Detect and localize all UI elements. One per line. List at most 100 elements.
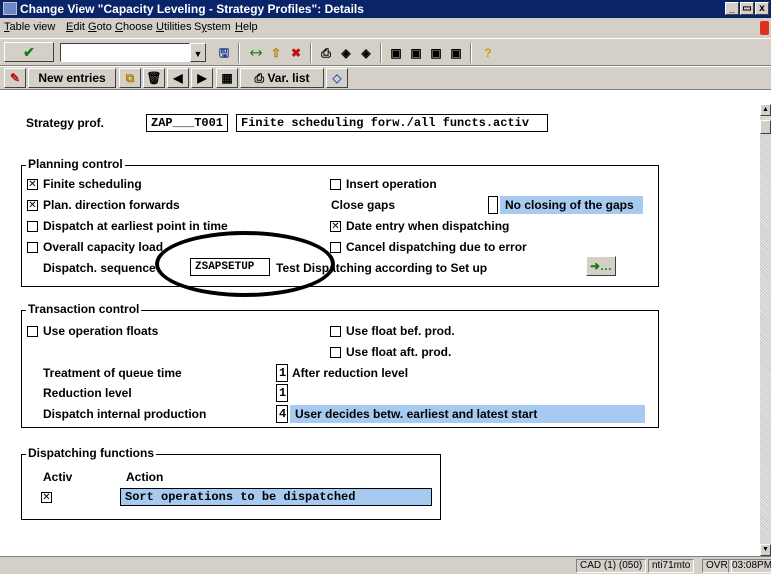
last-page-button[interactable]: ▣ (446, 43, 466, 63)
delete-button[interactable]: 🗑 (143, 68, 165, 88)
checkmark-icon: ✔ (23, 44, 35, 60)
help-button[interactable]: ? (478, 43, 498, 63)
vertical-scrollbar[interactable]: ▲ ▼ (760, 104, 771, 556)
menu-help[interactable]: Help (235, 21, 258, 33)
activ-row-checkbox[interactable] (41, 492, 52, 503)
display-change-button[interactable]: ✎ (4, 68, 26, 88)
new-entries-button[interactable]: New entries (28, 68, 116, 88)
enter-button[interactable]: ✔ (4, 42, 54, 62)
back-button[interactable]: 🡘 (246, 43, 266, 63)
previous-entry-button[interactable]: ◀ (167, 68, 189, 88)
cancel-button[interactable]: ✖ (286, 43, 306, 63)
first-page-button[interactable]: ▣ (386, 43, 406, 63)
date-entry-label: Date entry when dispatching (346, 219, 510, 233)
insert-operation-label: Insert operation (346, 177, 437, 191)
save-button[interactable]: 🖫 (214, 43, 234, 63)
where-used-button[interactable]: ◇ (326, 68, 348, 88)
command-dropdown-button[interactable]: ▼ (190, 43, 206, 62)
find-button[interactable]: ◈ (336, 43, 356, 63)
dispatch-earliest-checkbox[interactable] (27, 221, 38, 232)
new-entries-label: New entries (38, 71, 106, 85)
float-after-checkbox[interactable] (330, 347, 341, 358)
next-page-button[interactable]: ▣ (426, 43, 446, 63)
copy-icon: ⧉ (125, 71, 135, 85)
menu-utilities[interactable]: Utilities (156, 21, 191, 33)
reduction-level-label: Reduction level (43, 386, 132, 400)
back-arrow-icon: 🡘 (249, 46, 263, 60)
cancel-dispatching-checkbox[interactable] (330, 242, 341, 253)
trash-icon: 🗑 (146, 71, 162, 85)
plan-forwards-checkbox[interactable] (27, 200, 38, 211)
strategy-profile-description[interactable]: Finite scheduling forw./all functs.activ (236, 114, 548, 132)
save-icon: 🖫 (218, 46, 230, 60)
status-bar: CAD (1) (050) nti71mto OVR 03:08PM (0, 556, 771, 574)
action-row-field[interactable]: Sort operations to be dispatched (120, 488, 432, 506)
queue-time-description: After reduction level (292, 366, 409, 380)
grid-icon: ▦ (221, 71, 233, 85)
dispatch-sequence-detail-button[interactable]: ➜… (586, 256, 616, 276)
dispatch-internal-description: User decides betw. earliest and latest s… (290, 405, 645, 423)
first-page-icon: ▣ (390, 46, 402, 60)
minimize-button[interactable]: _ (725, 2, 739, 15)
next-page-icon: ▣ (430, 46, 442, 60)
toolbar-separator (310, 43, 312, 63)
finite-scheduling-checkbox[interactable] (27, 179, 38, 190)
toolbar-separator (380, 43, 382, 63)
application-toolbar: ✎ New entries ⧉ 🗑 ◀ ▶ ▦ ⎙ Var. list ◇ (0, 66, 771, 90)
dispatch-earliest-label: Dispatch at earliest point in time (43, 219, 228, 233)
printer-icon: ⎙ (254, 71, 265, 85)
date-entry-checkbox[interactable] (330, 221, 341, 232)
float-before-checkbox[interactable] (330, 326, 341, 337)
menu-choose[interactable]: Choose (115, 21, 153, 33)
menu-system[interactable]: System (194, 21, 231, 33)
toolbar-separator (470, 43, 472, 63)
exit-button[interactable]: ⇧ (266, 43, 286, 63)
scroll-up-button[interactable]: ▲ (760, 104, 771, 116)
scroll-down-button[interactable]: ▼ (760, 544, 771, 556)
command-field[interactable] (60, 43, 190, 62)
exit-up-icon: ⇧ (270, 46, 282, 60)
cancel-x-icon: ✖ (290, 46, 302, 60)
close-button[interactable]: x (755, 2, 769, 15)
last-page-icon: ▣ (450, 46, 462, 60)
previous-page-icon: ▣ (410, 46, 422, 60)
action-column-header: Action (126, 470, 164, 484)
menu-edit[interactable]: Edit (66, 21, 85, 33)
use-operation-floats-checkbox[interactable] (27, 326, 38, 337)
reduction-level-field[interactable]: 1 (276, 384, 288, 402)
standard-toolbar: ✔ ▼ 🖫 🡘 ⇧ ✖ ⎙ ◈ ◈ ▣ ▣ ▣ ▣ ? (0, 38, 771, 66)
help-question-icon: ? (484, 46, 492, 60)
highlight-ellipse (155, 231, 335, 297)
queue-time-code-field[interactable]: 1 (276, 364, 288, 382)
variable-list-button[interactable]: ⎙ Var. list (240, 68, 324, 88)
sap-window-icon[interactable] (3, 2, 17, 15)
dispatch-sequence-label: Dispatch. sequence (43, 261, 156, 275)
previous-page-button[interactable]: ▣ (406, 43, 426, 63)
copy-as-button[interactable]: ⧉ (119, 68, 141, 88)
close-gaps-code-field[interactable] (488, 196, 498, 214)
next-entry-button[interactable]: ▶ (191, 68, 213, 88)
strategy-profile-field[interactable]: ZAP___T001 (146, 114, 228, 132)
sap-logo-icon (760, 21, 769, 35)
select-all-button[interactable]: ▦ (216, 68, 238, 88)
find-next-button[interactable]: ◈ (356, 43, 376, 63)
overall-load-checkbox[interactable] (27, 242, 38, 253)
toolbar-separator (238, 43, 240, 63)
window-title: Change View "Capacity Leveling - Strateg… (20, 2, 364, 16)
cancel-dispatching-label: Cancel dispatching due to error (346, 240, 527, 254)
plan-forwards-label: Plan. direction forwards (43, 198, 180, 212)
print-button[interactable]: ⎙ (316, 43, 336, 63)
var-list-label: Var. list (267, 71, 310, 85)
insert-operation-checkbox[interactable] (330, 179, 341, 190)
float-after-label: Use float aft. prod. (346, 345, 452, 359)
menu-goto[interactable]: Goto (88, 21, 112, 33)
dispatching-functions-title: Dispatching functions (26, 446, 156, 460)
binoculars-icon: ◈ (341, 46, 351, 60)
menu-table-view[interactable]: Table view (4, 21, 55, 33)
strategy-profile-label: Strategy prof. (26, 116, 105, 130)
activ-column-header: Activ (43, 470, 73, 484)
dispatch-internal-code-field[interactable]: 4 (276, 405, 288, 423)
triangle-right-icon: ▶ (197, 71, 207, 85)
scroll-thumb[interactable] (760, 120, 771, 134)
restore-button[interactable]: ▭ (740, 2, 754, 15)
